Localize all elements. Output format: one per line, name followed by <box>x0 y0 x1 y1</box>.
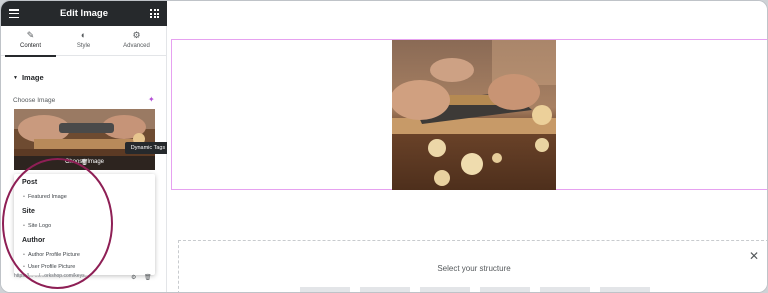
tab-content[interactable]: ✎ Content <box>3 26 58 57</box>
settings-icon[interactable]: ⚙ <box>131 274 136 281</box>
structure-option[interactable] <box>540 287 590 292</box>
structure-option[interactable] <box>420 287 470 292</box>
trash-icon[interactable]: 🗑 <box>144 274 152 281</box>
structure-option[interactable] <box>360 287 410 292</box>
editor-window: Edit Image ✎ Content ◐ Style ⚙ Advanced … <box>0 0 768 293</box>
panel-header: Edit Image <box>1 1 167 26</box>
close-icon[interactable]: ✕ <box>749 250 759 262</box>
caret-down-icon: ▼ <box>13 75 18 81</box>
annotation-circle <box>2 158 113 289</box>
dynamic-tags-icon[interactable]: ✦ <box>148 95 155 104</box>
dynamic-tags-tooltip: Dynamic Tags <box>125 142 171 154</box>
section-toggle-image[interactable]: ▼ Image <box>13 73 44 82</box>
structure-option[interactable] <box>300 287 350 292</box>
gear-icon: ⚙ <box>132 30 141 40</box>
panel-tabs: ✎ Content ◐ Style ⚙ Advanced <box>1 26 167 57</box>
canvas-image-widget[interactable] <box>392 40 556 190</box>
tab-label: Style <box>76 43 91 49</box>
structure-title: Select your structure <box>437 264 511 273</box>
panel-title: Edit Image <box>59 8 109 19</box>
tab-style[interactable]: ◐ Style <box>56 26 111 56</box>
structure-picker: Select your structure ✕ <box>178 240 767 292</box>
tab-label: Advanced <box>123 43 150 49</box>
section-title: Image <box>21 73 44 82</box>
structure-option[interactable] <box>480 287 530 292</box>
editor-panel: Edit Image ✎ Content ◐ Style ⚙ Advanced … <box>1 1 171 292</box>
half-circle-icon: ◐ <box>80 30 87 40</box>
tab-advanced[interactable]: ⚙ Advanced <box>109 26 164 56</box>
pencil-icon: ✎ <box>26 30 35 40</box>
woodwork-photo <box>392 40 556 190</box>
structure-option[interactable] <box>600 287 650 292</box>
grid-icon[interactable] <box>150 9 159 18</box>
choose-image-label: Choose Image <box>13 97 56 104</box>
image-thumbnail[interactable]: Choose Image 🗑 <box>14 109 155 170</box>
tab-label: Content <box>19 43 41 49</box>
